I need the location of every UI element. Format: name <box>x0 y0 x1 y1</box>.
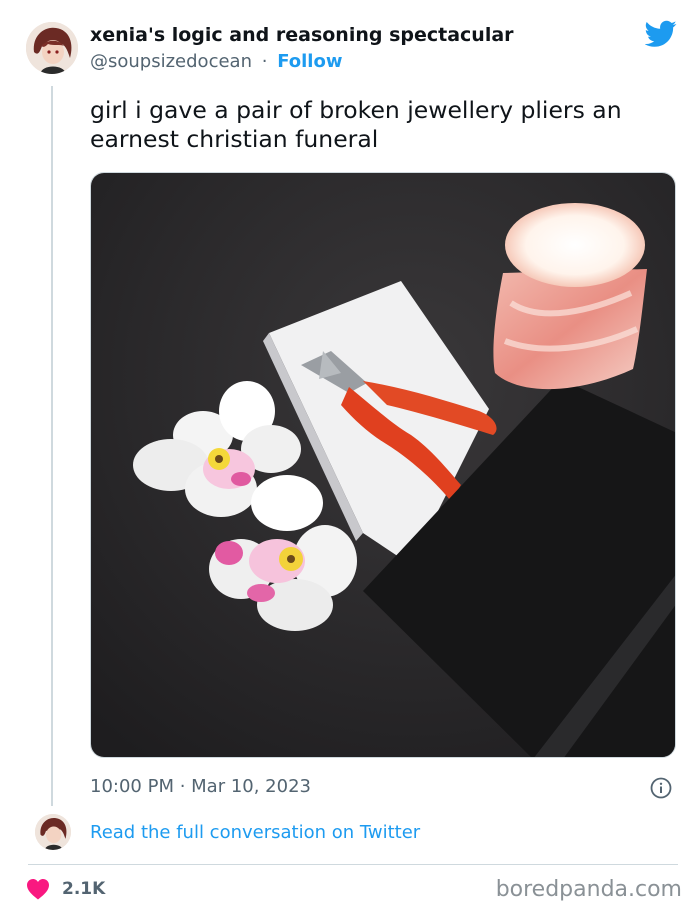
divider <box>28 864 678 865</box>
boredpanda-watermark: boredpanda.com <box>495 877 682 902</box>
separator-dot: · <box>261 51 268 72</box>
author-name[interactable]: xenia's logic and reasoning spectacular <box>90 24 514 46</box>
tweet-card: xenia's logic and reasoning spectacular … <box>0 0 700 917</box>
follow-button[interactable]: Follow <box>277 51 342 72</box>
thread-line <box>51 86 53 806</box>
handle-row: @soupsizedocean · Follow <box>90 51 342 72</box>
heart-icon <box>27 879 49 900</box>
read-conversation-link[interactable]: Read the full conversation on Twitter <box>90 822 420 843</box>
tweet-photo[interactable] <box>90 172 676 758</box>
info-icon[interactable] <box>650 777 672 799</box>
twitter-bird-icon[interactable] <box>645 20 677 48</box>
like-button[interactable]: 2.1K <box>26 878 105 900</box>
author-avatar[interactable] <box>26 22 78 74</box>
author-handle[interactable]: @soupsizedocean <box>90 51 252 72</box>
tweet-timestamp[interactable]: 10:00 PM · Mar 10, 2023 <box>90 776 311 797</box>
tweet-text: girl i gave a pair of broken jewellery p… <box>90 96 622 153</box>
author-avatar-small[interactable] <box>35 814 71 850</box>
like-count: 2.1K <box>62 879 106 899</box>
